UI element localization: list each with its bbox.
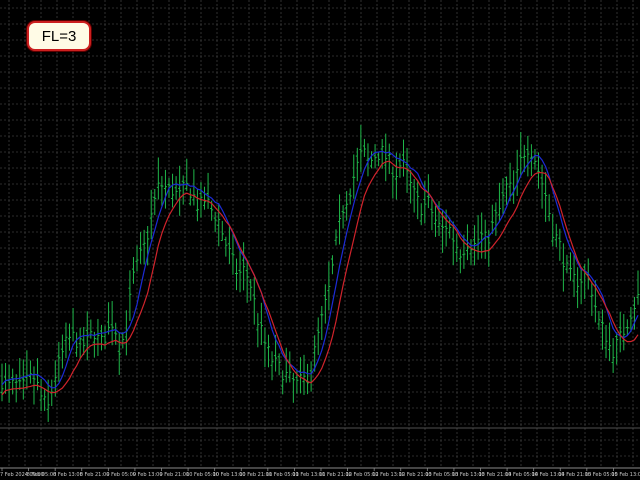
chart-grid <box>0 0 640 469</box>
time-tick-label: 9 Feb 13:00 <box>133 472 163 478</box>
time-tick-label: 8 Feb 05:00 <box>27 472 57 478</box>
time-tick-label: 15 Feb 13:00 <box>611 472 640 478</box>
time-axis: 7 Feb 2024 00:008 Feb 05:008 Feb 13:008 … <box>0 468 640 478</box>
fl-indicator-badge: FL=3 <box>27 21 91 51</box>
time-tick-label: 9 Feb 21:00 <box>160 472 190 478</box>
moving-average-lines <box>1 150 639 396</box>
time-tick-label: 8 Feb 13:00 <box>53 472 83 478</box>
time-tick-label: 8 Feb 21:00 <box>80 472 110 478</box>
time-tick-label: 9 Feb 05:00 <box>106 472 136 478</box>
slow-moving-average-line <box>1 150 639 389</box>
price-chart[interactable]: 7 Feb 2024 00:008 Feb 05:008 Feb 13:008 … <box>0 0 640 480</box>
price-chart-window: 7 Feb 2024 00:00 8 Feb 05:00 8 Feb 13:00 8 … <box>0 0 640 480</box>
price-bars <box>0 124 640 422</box>
fl-indicator-label: FL=3 <box>41 27 77 45</box>
